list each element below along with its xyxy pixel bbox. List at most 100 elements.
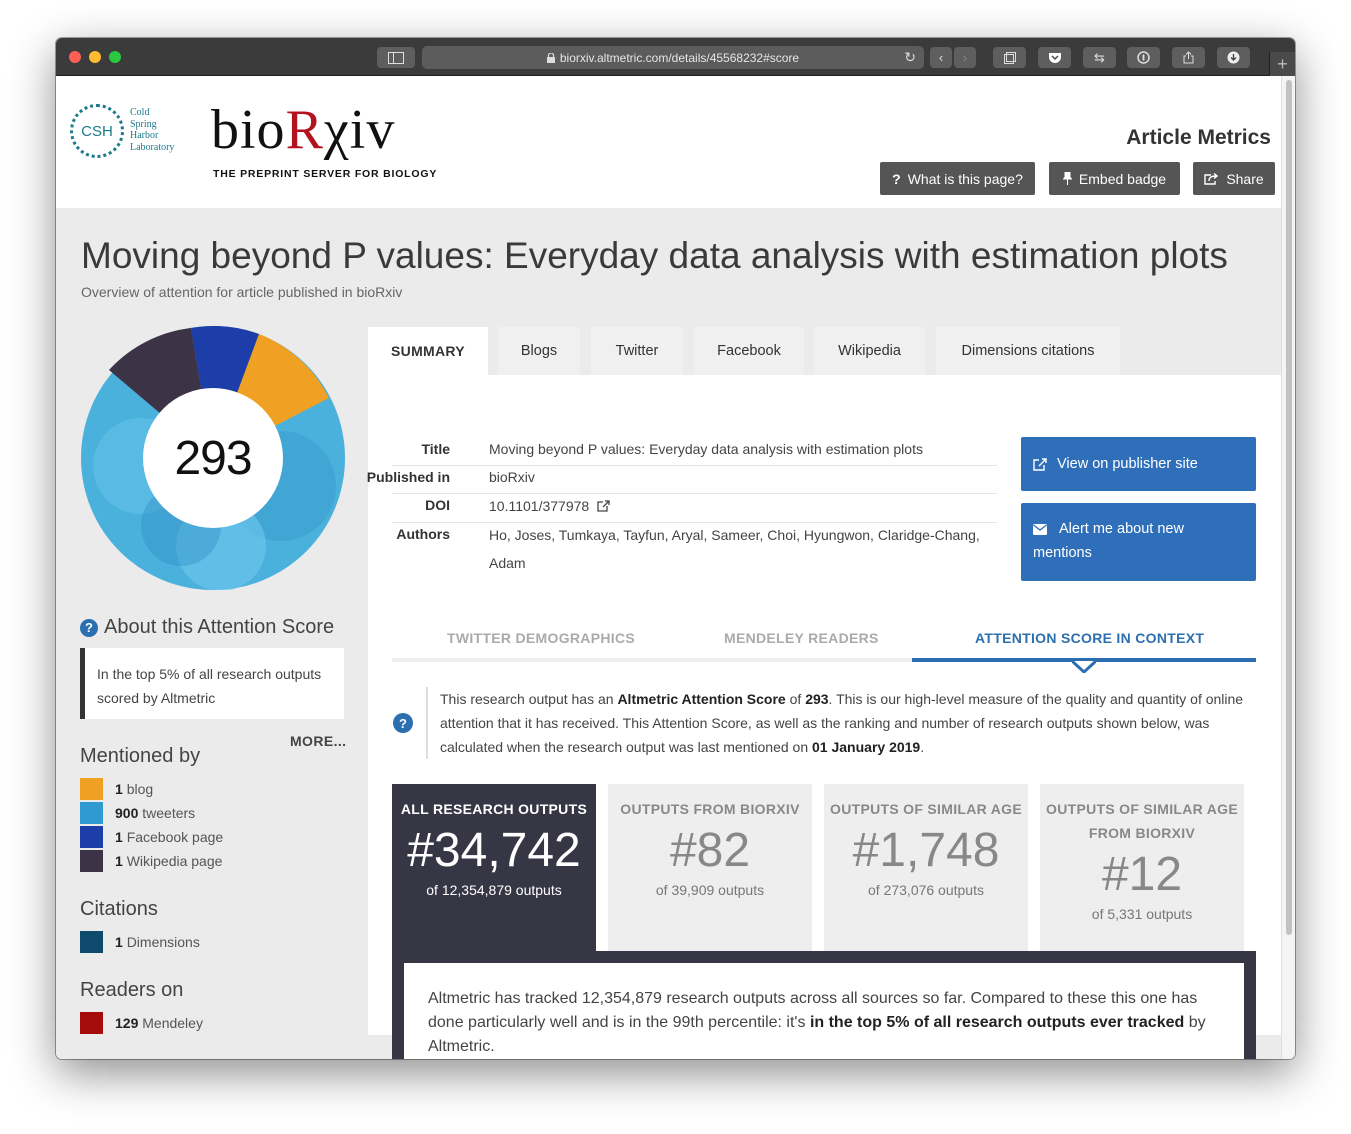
tab-twitter[interactable]: Twitter — [591, 327, 683, 375]
plus-icon: + — [1277, 53, 1288, 74]
stat-of: of 5,331 outputs — [1091, 906, 1193, 922]
pocket-button[interactable] — [1038, 47, 1071, 68]
mention-count: 1 — [115, 853, 123, 869]
published-value: bioRxiv — [489, 469, 535, 485]
scrollbar-thumb[interactable] — [1286, 80, 1292, 935]
address-bar[interactable]: biorxiv.altmetric.com/details/45568232#s… — [422, 46, 924, 69]
mention-row-blog[interactable]: 1 blog — [80, 778, 153, 800]
dimensions-swatch — [80, 931, 103, 953]
reader-row-mendeley[interactable]: 129 Mendeley — [80, 1012, 203, 1034]
csh-line-4: Laboratory — [130, 141, 175, 153]
reader-text: 129 Mendeley — [115, 1015, 203, 1031]
mention-label: Wikipedia page — [126, 853, 223, 869]
biorxiv-logo[interactable]: bioRχiv — [211, 98, 395, 162]
back-button[interactable]: ‹ — [930, 47, 952, 68]
stat-rank: #12 — [1101, 848, 1183, 901]
mention-text: 1 Facebook page — [115, 829, 223, 845]
page-title: Moving beyond P values: Everyday data an… — [81, 235, 1228, 276]
about-heading-text: About this Attention Score — [104, 616, 335, 638]
vertical-scrollbar[interactable] — [1281, 76, 1295, 1059]
stat-label: OUTPUTS OF SIMILAR AGE — [830, 801, 1022, 817]
share-browser-button[interactable] — [1172, 47, 1205, 68]
authors-line-1: Ho, Joses, Tumkaya, Tayfun, Aryal, Samee… — [489, 527, 980, 543]
stat-all-research-outputs[interactable]: ALL RESEARCH OUTPUTS #34,742 of 12,354,8… — [392, 784, 596, 954]
embed-button-label: Embed badge — [1078, 170, 1167, 187]
share-icon — [1183, 51, 1194, 64]
wikipedia-swatch — [80, 850, 103, 872]
sidebar-toggle-button[interactable] — [377, 47, 415, 68]
question-icon: ? — [892, 170, 901, 187]
stat-similar-age-from-biorxiv[interactable]: OUTPUTS OF SIMILAR AGE FROM BIORXIV #12 … — [1040, 784, 1244, 951]
attention-score: 293 — [143, 388, 283, 528]
chevron-left-icon: ‹ — [938, 50, 944, 65]
mention-text: 900 tweeters — [115, 805, 195, 821]
mention-row-facebook[interactable]: 1 Facebook page — [80, 826, 223, 848]
alert-me-button[interactable]: Alert me about new mentions — [1021, 503, 1256, 581]
browser-toolbar: biorxiv.altmetric.com/details/45568232#s… — [56, 38, 1295, 76]
new-tab-button[interactable]: + — [1269, 52, 1295, 76]
stat-label: OUTPUTS FROM BIORXIV — [620, 801, 800, 817]
wordmark-part-1: bio — [211, 99, 286, 161]
pin-icon — [1062, 172, 1072, 185]
share-button-label: Share — [1226, 170, 1264, 187]
csh-line-1: Cold — [130, 107, 150, 118]
downloads-button[interactable] — [1217, 47, 1250, 68]
readers-heading: Readers on — [80, 979, 184, 1001]
tab-dimensions-citations[interactable]: Dimensions citations — [936, 327, 1120, 375]
view-button-label: View on publisher site — [1057, 456, 1198, 472]
altmetric-donut[interactable]: 293 — [81, 326, 345, 591]
subtab-mendeley-readers[interactable]: MENDELEY READERS — [724, 630, 879, 646]
citation-label: Dimensions — [126, 934, 200, 950]
mention-row-tweeters[interactable]: 900 tweeters — [80, 802, 195, 824]
doi-link[interactable]: 10.1101/377978 — [489, 492, 610, 520]
article-metrics-title: Article Metrics — [1126, 126, 1271, 149]
tab-summary[interactable]: SUMMARY — [368, 327, 488, 375]
pocket-icon — [1048, 52, 1061, 63]
question-circle-icon[interactable]: ? — [80, 618, 98, 637]
view-on-publisher-button[interactable]: View on publisher site — [1021, 437, 1256, 491]
stat-rank: #82 — [669, 824, 751, 877]
doi-label: DOI — [425, 497, 450, 513]
wordmark-part-2: R — [285, 99, 324, 161]
what-is-this-page-button[interactable]: ? What is this page? — [880, 162, 1035, 195]
site-header: CSH Cold Spring Harbor Laboratory bioRχi… — [56, 76, 1281, 208]
password-button[interactable] — [1127, 47, 1160, 68]
share-button[interactable]: Share — [1193, 162, 1275, 195]
close-window-button[interactable] — [69, 51, 81, 63]
zoom-window-button[interactable] — [109, 51, 121, 63]
more-link[interactable]: MORE... — [290, 733, 346, 749]
tabs-overview-button[interactable] — [993, 47, 1026, 68]
what-button-label: What is this page? — [907, 170, 1023, 187]
forward-button[interactable]: › — [954, 47, 976, 68]
csh-mark-text: CSH — [81, 122, 113, 140]
stat-of: of 12,354,879 outputs — [426, 882, 562, 898]
info-text: This research output has an — [440, 691, 618, 707]
external-link-icon — [1033, 457, 1047, 471]
mention-label: blog — [126, 781, 154, 797]
stat-label: ALL RESEARCH OUTPUTS — [400, 801, 588, 817]
stat-outputs-from-biorxiv[interactable]: OUTPUTS FROM BIORXIV #82 of 39,909 outpu… — [608, 784, 812, 951]
sync-button[interactable]: ⇆ — [1083, 47, 1116, 68]
about-score-box: In the top 5% of all research outputs sc… — [80, 648, 344, 719]
tab-facebook[interactable]: Facebook — [694, 327, 804, 375]
question-circle-icon[interactable]: ? — [393, 713, 413, 733]
tab-blogs[interactable]: Blogs — [498, 327, 580, 375]
tab-wikipedia[interactable]: Wikipedia — [814, 327, 925, 375]
reload-icon[interactable]: ↻ — [904, 49, 916, 66]
subtab-attention-score-in-context[interactable]: ATTENTION SCORE IN CONTEXT — [975, 630, 1204, 646]
doi-value: 10.1101/377978 — [489, 498, 590, 514]
csh-line-3: Harbor — [130, 130, 159, 141]
page-viewport: CSH Cold Spring Harbor Laboratory bioRχi… — [56, 76, 1295, 1059]
minimize-window-button[interactable] — [89, 51, 101, 63]
embed-badge-button[interactable]: Embed badge — [1049, 162, 1180, 195]
stat-outputs-similar-age[interactable]: OUTPUTS OF SIMILAR AGE #1,748 of 273,076… — [824, 784, 1028, 951]
citation-row-dimensions[interactable]: 1 Dimensions — [80, 931, 200, 953]
mention-row-wikipedia[interactable]: 1 Wikipedia page — [80, 850, 222, 872]
subtab-twitter-demographics[interactable]: TWITTER DEMOGRAPHICS — [447, 630, 635, 646]
envelope-icon — [1033, 523, 1047, 535]
mention-count: 1 — [115, 781, 123, 797]
mention-count: 900 — [115, 805, 139, 821]
alert-line-1: Alert me about new — [1033, 517, 1244, 541]
title-value: Moving beyond P values: Everyday data an… — [489, 441, 923, 457]
tabs-icon — [1003, 51, 1016, 64]
